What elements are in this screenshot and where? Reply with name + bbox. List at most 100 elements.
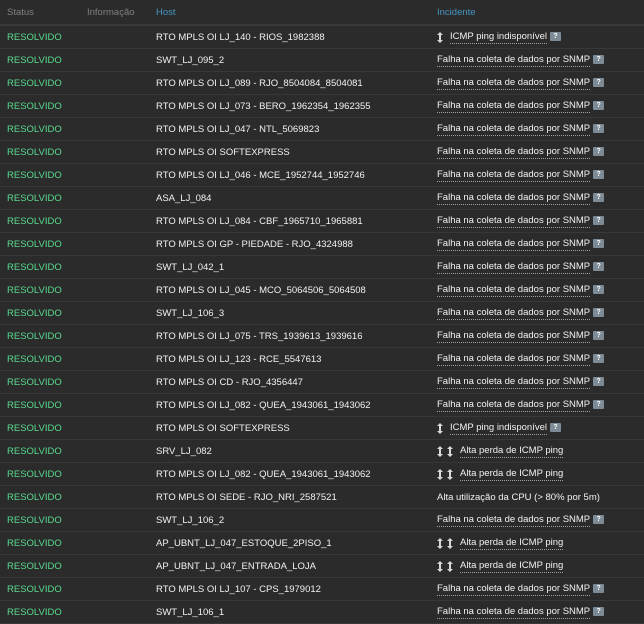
dependency-arrows[interactable] (437, 31, 447, 43)
host-link[interactable]: RTO MPLS OI LJ_107 - CPS_1979012 (156, 583, 321, 595)
status-cell: RESOLVIDO (7, 606, 62, 618)
status-cell: RESOLVIDO (7, 376, 62, 388)
host-link[interactable]: RTO MPLS OI LJ_075 - TRS_1939613_1939616 (156, 330, 363, 342)
dependency-arrows[interactable] (437, 560, 457, 572)
incident-link[interactable]: Falha na coleta de dados por SNMP (437, 514, 591, 527)
incident-cell: Falha na coleta de dados por SNMP? (436, 606, 644, 619)
incident-cell: Falha na coleta de dados por SNMP? (436, 284, 644, 297)
incident-link[interactable]: Falha na coleta de dados por SNMP (437, 192, 591, 205)
incident-link[interactable]: Falha na coleta de dados por SNMP (437, 77, 591, 90)
incident-link[interactable]: Falha na coleta de dados por SNMP (437, 238, 591, 251)
incident-link[interactable]: Falha na coleta de dados por SNMP (437, 215, 591, 228)
host-link[interactable]: SRV_LJ_082 (156, 445, 212, 457)
header-info: Informação (87, 6, 135, 18)
hint-icon[interactable]: ? (593, 100, 605, 110)
incident-link[interactable]: Falha na coleta de dados por SNMP (437, 146, 591, 159)
header-incident[interactable]: Incidente (436, 7, 644, 18)
host-link[interactable]: RTO MPLS OI LJ_082 - QUEA_1943061_194306… (156, 468, 371, 480)
hint-icon[interactable]: ? (593, 399, 605, 409)
hint-icon[interactable]: ? (593, 169, 605, 179)
hint-icon[interactable]: ? (593, 238, 605, 248)
hint-icon[interactable]: ? (593, 330, 605, 340)
hint-icon[interactable]: ? (593, 307, 605, 317)
status-cell: RESOLVIDO (7, 238, 62, 250)
host-link[interactable]: RTO MPLS OI LJ_045 - MCO_5064506_5064508 (156, 284, 366, 296)
hint-icon[interactable]: ? (550, 31, 561, 41)
host-link[interactable]: RTO MPLS OI LJ_140 - RIOS_1982388 (156, 31, 325, 43)
hint-icon[interactable]: ? (593, 514, 605, 524)
host-link[interactable]: SWT_LJ_095_2 (156, 54, 225, 66)
up-down-arrow-icon (447, 560, 453, 572)
header-status[interactable]: Status (0, 7, 86, 18)
dependency-arrows[interactable] (437, 422, 447, 434)
header-host[interactable]: Host (155, 7, 436, 18)
host-link[interactable]: RTO MPLS OI SOFTEXPRESS (156, 422, 290, 434)
incident-link[interactable]: Falha na coleta de dados por SNMP (437, 169, 591, 182)
incident-link[interactable]: Falha na coleta de dados por SNMP (437, 123, 591, 136)
incident-link[interactable]: ICMP ping indisponível (450, 31, 547, 44)
host-link[interactable]: AP_UBNT_LJ_047_ESTOQUE_2PISO_1 (156, 537, 332, 549)
host-link[interactable]: SWT_LJ_042_1 (156, 261, 225, 273)
host-link[interactable]: RTO MPLS OI GP - PIEDADE - RJO_4324988 (156, 238, 353, 250)
table-row: RESOLVIDO RTO MPLS OI LJ_045 - MCO_506450… (0, 279, 644, 302)
incident-cell: Falha na coleta de dados por SNMP? (436, 192, 644, 205)
host-link[interactable]: RTO MPLS OI LJ_089 - RJO_8504084_8504081 (156, 77, 363, 89)
incident-link[interactable]: Alta perda de ICMP ping (460, 468, 564, 481)
hint-icon[interactable]: ? (593, 353, 605, 363)
incident-link[interactable]: Falha na coleta de dados por SNMP (437, 284, 591, 297)
dependency-arrows[interactable] (437, 468, 457, 480)
hint-icon[interactable]: ? (593, 215, 605, 225)
host-link[interactable]: RTO MPLS OI SOFTEXPRESS (156, 146, 290, 158)
incident-link[interactable]: Alta perda de ICMP ping (460, 445, 564, 458)
hint-icon[interactable]: ? (593, 606, 605, 616)
hint-icon[interactable]: ? (593, 284, 605, 294)
host-link[interactable]: RTO MPLS OI LJ_123 - RCE_5547613 (156, 353, 322, 365)
dependency-arrows[interactable] (437, 445, 457, 457)
hint-icon[interactable]: ? (593, 583, 605, 593)
host-link[interactable]: RTO MPLS OI CD - RJO_4356447 (156, 376, 303, 388)
incident-link[interactable]: Falha na coleta de dados por SNMP (437, 330, 591, 343)
status-cell: RESOLVIDO (7, 514, 62, 526)
incident-link[interactable]: Falha na coleta de dados por SNMP (437, 606, 591, 619)
host-link[interactable]: RTO MPLS OI LJ_047 - NTL_5069823 (156, 123, 320, 135)
host-link[interactable]: RTO MPLS OI LJ_082 - QUEA_1943061_194306… (156, 399, 371, 411)
table-row: RESOLVIDO SWT_LJ_095_2 Falha na coleta de … (0, 49, 644, 72)
incident-link[interactable]: Falha na coleta de dados por SNMP (437, 376, 591, 389)
incident-link[interactable]: Alta perda de ICMP ping (460, 560, 564, 573)
incident-cell: Falha na coleta de dados por SNMP? (436, 399, 644, 412)
table-row: RESOLVIDO SRV_LJ_082 Alta perda de ICMP pi… (0, 440, 644, 463)
incident-link[interactable]: Falha na coleta de dados por SNMP (437, 54, 591, 67)
incident-cell: Falha na coleta de dados por SNMP? (436, 376, 644, 389)
hint-icon[interactable]: ? (593, 77, 605, 87)
hint-icon[interactable]: ? (550, 422, 561, 432)
dependency-arrows[interactable] (437, 537, 457, 549)
host-link[interactable]: RTO MPLS OI LJ_046 - MCE_1952744_1952746 (156, 169, 365, 181)
table-row: RESOLVIDO AP_UBNT_LJ_047_ESTOQUE_2PISO_1 A… (0, 532, 644, 555)
host-link[interactable]: RTO MPLS OI SEDE - RJO_NRI_2587521 (156, 491, 337, 503)
host-link[interactable]: SWT_LJ_106_1 (156, 606, 225, 618)
host-link[interactable]: SWT_LJ_106_2 (156, 514, 225, 526)
incident-link[interactable]: Falha na coleta de dados por SNMP (437, 353, 591, 366)
incident-link[interactable]: Alta perda de ICMP ping (460, 537, 564, 550)
host-link[interactable]: SWT_LJ_106_3 (156, 307, 225, 319)
incident-link[interactable]: Falha na coleta de dados por SNMP (437, 399, 591, 412)
incident-link[interactable]: Falha na coleta de dados por SNMP (437, 583, 591, 596)
host-link[interactable]: RTO MPLS OI LJ_073 - BERO_1962354_196235… (156, 100, 371, 112)
host-cell: RTO MPLS OI LJ_084 - CBF_1965710_1965881 (155, 215, 436, 227)
incident-link[interactable]: Falha na coleta de dados por SNMP (437, 261, 591, 274)
table-row: RESOLVIDO RTO MPLS OI CD - RJO_4356447 Fal… (0, 371, 644, 394)
hint-icon[interactable]: ? (593, 146, 605, 156)
hint-icon[interactable]: ? (593, 261, 605, 271)
incident-link[interactable]: Falha na coleta de dados por SNMP (437, 100, 591, 113)
hint-icon[interactable]: ? (593, 376, 605, 386)
hint-icon[interactable]: ? (593, 54, 605, 64)
up-down-arrow-icon (437, 537, 443, 549)
incident-link[interactable]: ICMP ping indisponível (450, 422, 547, 435)
hint-icon[interactable]: ? (593, 123, 605, 133)
host-link[interactable]: RTO MPLS OI LJ_084 - CBF_1965710_1965881 (156, 215, 363, 227)
hint-icon[interactable]: ? (593, 192, 605, 202)
incident-link[interactable]: Falha na coleta de dados por SNMP (437, 307, 591, 320)
incident-cell: Falha na coleta de dados por SNMP? (436, 238, 644, 251)
host-link[interactable]: AP_UBNT_LJ_047_ENTRADA_LOJA (156, 560, 316, 572)
host-link[interactable]: ASA_LJ_084 (156, 192, 212, 204)
